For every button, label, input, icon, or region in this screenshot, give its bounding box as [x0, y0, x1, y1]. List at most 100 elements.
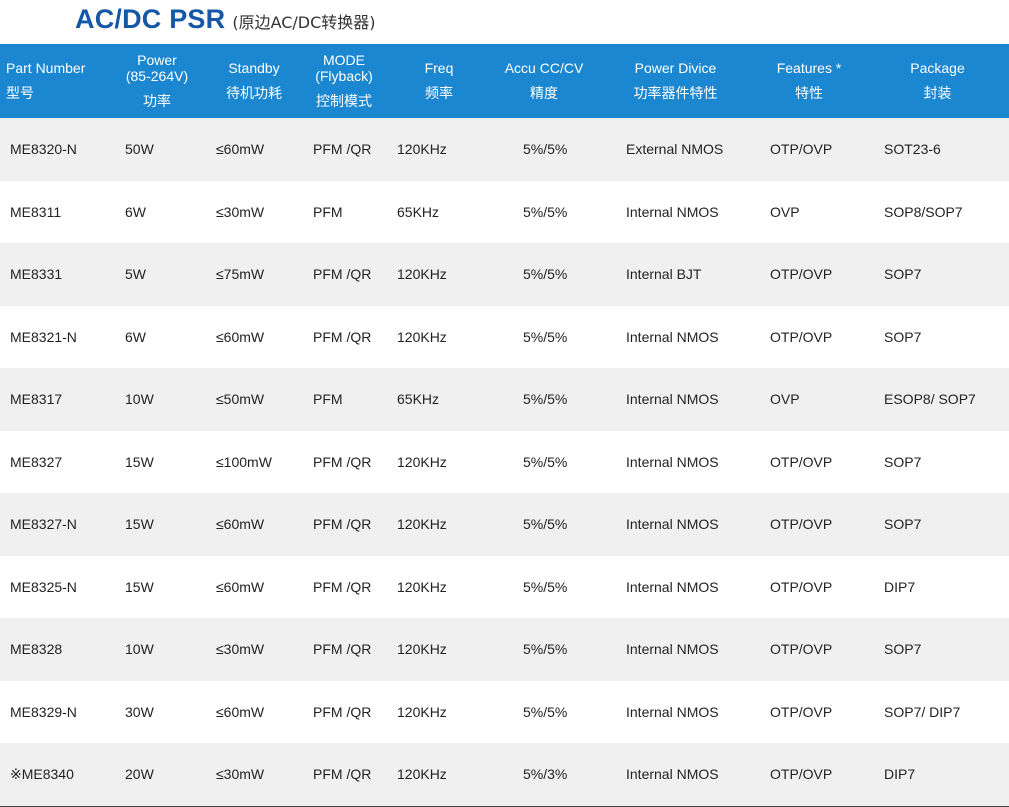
cell-part-number: ME8311 — [0, 180, 105, 243]
cell-mode: PFM — [299, 368, 389, 431]
cell-accuracy: 5%/5% — [489, 305, 599, 368]
cell-package: SOP7 — [866, 493, 1009, 556]
column-header-power-device-en: Power Divice — [634, 59, 717, 76]
cell-power-device: Internal NMOS — [599, 618, 752, 681]
cell-part-number: ME8331 — [0, 243, 105, 306]
product-table: Part Number 型号 Power (85-264V) 功率 Standby 待机功… — [0, 44, 1009, 807]
cell-freq: 120KHz — [389, 680, 489, 743]
column-header-part-number-cn: 型号 — [6, 86, 34, 102]
cell-power-device: Internal BJT — [599, 243, 752, 306]
cell-package: ESOP8/ SOP7 — [866, 368, 1009, 431]
cell-mode: PFM /QR — [299, 493, 389, 556]
cell-features: OTP/OVP — [752, 743, 866, 807]
cell-freq: 120KHz — [389, 430, 489, 493]
cell-accuracy: 5%/5% — [489, 555, 599, 618]
column-header-power: Power (85-264V) 功率 — [105, 44, 209, 118]
cell-features: OTP/OVP — [752, 555, 866, 618]
column-header-power-cn: 功率 — [143, 94, 171, 111]
table-row: ME8321-N 6W ≤60mW PFM /QR 120KHz 5%/5% Interna… — [0, 305, 1009, 368]
column-header-mode-cn: 控制模式 — [316, 94, 372, 111]
cell-power: 15W — [105, 430, 209, 493]
cell-power: 10W — [105, 368, 209, 431]
table-row: ME8325-N 15W ≤60mW PFM /QR 120KHz 5%/5% Intern… — [0, 555, 1009, 618]
cell-accuracy: 5%/3% — [489, 743, 599, 807]
cell-mode: PFM /QR — [299, 743, 389, 807]
cell-package: SOT23-6 — [866, 118, 1009, 181]
table-row: ※ME8340 20W ≤30mW PFM /QR 120KHz 5%/3% Interna… — [0, 743, 1009, 807]
cell-package: SOP7 — [866, 305, 1009, 368]
cell-accuracy: 5%/5% — [489, 680, 599, 743]
cell-part-number: ME8321-N — [0, 305, 105, 368]
page-title: AC/DC PSR (原边AC/DC转换器) — [75, 4, 376, 38]
cell-package: SOP7 — [866, 430, 1009, 493]
cell-features: OVP — [752, 368, 866, 431]
title-main: AC/DC PSR — [75, 4, 226, 34]
cell-power: 15W — [105, 555, 209, 618]
cell-standby: ≤60mW — [209, 555, 299, 618]
column-header-mode-en: MODE (Flyback) — [315, 51, 373, 84]
cell-power-device: Internal NMOS — [599, 555, 752, 618]
cell-package: SOP8/SOP7 — [866, 180, 1009, 243]
cell-standby: ≤60mW — [209, 118, 299, 181]
cell-power-device: Internal NMOS — [599, 368, 752, 431]
cell-freq: 120KHz — [389, 618, 489, 681]
cell-power: 50W — [105, 118, 209, 181]
cell-standby: ≤60mW — [209, 305, 299, 368]
cell-package: SOP7 — [866, 618, 1009, 681]
cell-part-number: ME8317 — [0, 368, 105, 431]
cell-accuracy: 5%/5% — [489, 368, 599, 431]
cell-package: DIP7 — [866, 743, 1009, 807]
cell-mode: PFM /QR — [299, 618, 389, 681]
cell-freq: 120KHz — [389, 555, 489, 618]
cell-freq: 65KHz — [389, 180, 489, 243]
cell-standby: ≤50mW — [209, 368, 299, 431]
table-row: ME8328 10W ≤30mW PFM /QR 120KHz 5%/5% Internal… — [0, 618, 1009, 681]
table-row: ME8327 15W ≤100mW PFM /QR 120KHz 5%/5% Interna… — [0, 430, 1009, 493]
cell-features: OTP/OVP — [752, 243, 866, 306]
cell-standby: ≤30mW — [209, 180, 299, 243]
cell-mode: PFM /QR — [299, 118, 389, 181]
cell-accuracy: 5%/5% — [489, 243, 599, 306]
table-row: ME8317 10W ≤50mW PFM 65KHz 5%/5% Internal NMOS… — [0, 368, 1009, 431]
cell-features: OVP — [752, 180, 866, 243]
cell-features: OTP/OVP — [752, 430, 866, 493]
table-row: ME8331 5W ≤75mW PFM /QR 120KHz 5%/5% Internal … — [0, 243, 1009, 306]
column-header-accuracy-cn: 精度 — [530, 86, 558, 102]
cell-power-device: External NMOS — [599, 118, 752, 181]
column-header-part-number: Part Number 型号 — [0, 44, 105, 118]
cell-power-device: Internal NMOS — [599, 680, 752, 743]
cell-part-number: ME8327-N — [0, 493, 105, 556]
cell-power: 15W — [105, 493, 209, 556]
cell-power: 30W — [105, 680, 209, 743]
column-header-power-device-cn: 功率器件特性 — [633, 86, 718, 102]
cell-freq: 120KHz — [389, 243, 489, 306]
cell-package: SOP7/ DIP7 — [866, 680, 1009, 743]
cell-freq: 120KHz — [389, 743, 489, 807]
cell-power-device: Internal NMOS — [599, 180, 752, 243]
cell-part-number: ME8327 — [0, 430, 105, 493]
cell-part-number: ME8320-N — [0, 118, 105, 181]
cell-accuracy: 5%/5% — [489, 430, 599, 493]
cell-freq: 120KHz — [389, 305, 489, 368]
column-header-package: Package 封装 — [866, 44, 1009, 118]
table-row: ME8327-N 15W ≤60mW PFM /QR 120KHz 5%/5% Intern… — [0, 493, 1009, 556]
column-header-standby-cn: 待机功耗 — [226, 86, 282, 102]
cell-power-device: Internal NMOS — [599, 430, 752, 493]
table-row: ME8311 6W ≤30mW PFM 65KHz 5%/5% Internal NMOS O… — [0, 180, 1009, 243]
cell-standby: ≤60mW — [209, 493, 299, 556]
column-header-part-number-en: Part Number — [6, 59, 86, 76]
cell-power-device: Internal NMOS — [599, 743, 752, 807]
cell-part-number: ME8325-N — [0, 555, 105, 618]
column-header-power-device: Power Divice 功率器件特性 — [599, 44, 752, 118]
cell-mode: PFM /QR — [299, 243, 389, 306]
column-header-power-en: Power (85-264V) — [125, 51, 189, 84]
table-header: Part Number 型号 Power (85-264V) 功率 Standby 待机功… — [0, 44, 1009, 118]
cell-features: OTP/OVP — [752, 305, 866, 368]
header-row: Part Number 型号 Power (85-264V) 功率 Standby 待机功… — [0, 44, 1009, 118]
cell-power: 6W — [105, 180, 209, 243]
cell-power: 6W — [105, 305, 209, 368]
cell-power: 5W — [105, 243, 209, 306]
product-table-container: Part Number 型号 Power (85-264V) 功率 Standby 待机功… — [0, 44, 1009, 807]
table-row: ME8329-N 30W ≤60mW PFM /QR 120KHz 5%/5% Intern… — [0, 680, 1009, 743]
column-header-mode: MODE (Flyback) 控制模式 — [299, 44, 389, 118]
